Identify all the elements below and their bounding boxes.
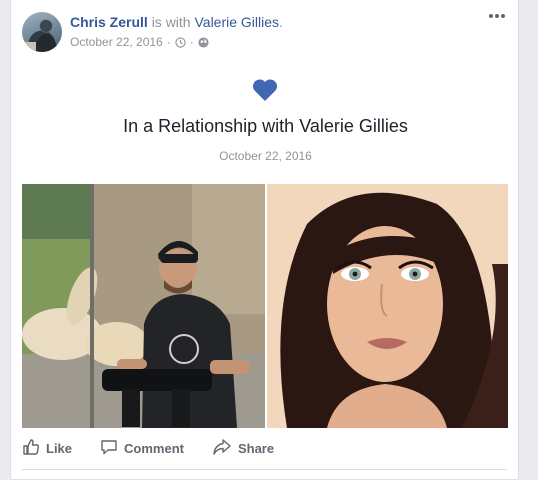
life-event-title[interactable]: In a Relationship with Valerie Gillies [11, 116, 520, 137]
comment-bubble-icon [100, 438, 118, 459]
comment-label: Comment [124, 440, 184, 456]
share-arrow-icon [212, 438, 232, 459]
avatar[interactable] [22, 12, 62, 52]
post-card: Chris Zerull is with Valerie Gillies. Oc… [10, 0, 519, 480]
clock-icon [175, 36, 186, 48]
meta-separator-2: · [189, 35, 194, 49]
meta-separator: · [166, 35, 171, 49]
globe-icon[interactable] [198, 36, 209, 48]
share-label: Share [237, 440, 275, 456]
life-event-date: October 22, 2016 [219, 149, 312, 163]
photo-chris[interactable] [22, 184, 265, 428]
like-label: Like [46, 440, 73, 456]
share-button[interactable]: Share [212, 438, 274, 459]
actions-divider [22, 469, 507, 470]
post-header: Chris Zerull is with Valerie Gillies. [70, 14, 283, 30]
photo-valerie[interactable] [267, 184, 508, 428]
more-options-icon[interactable] [486, 8, 508, 24]
avatar-photo [22, 20, 58, 52]
post-date[interactable]: October 22, 2016 [70, 35, 163, 49]
like-button[interactable]: Like [22, 438, 72, 459]
author-name[interactable]: Chris Zerull [70, 14, 148, 30]
tagged-person[interactable]: Valerie Gillies [194, 14, 279, 30]
post-meta: October 22, 2016 · · [70, 35, 209, 49]
with-text: is with [151, 14, 191, 30]
post-actions: Like Comment Share [22, 436, 302, 460]
header-period: . [279, 14, 283, 30]
like-thumb-icon [22, 438, 40, 459]
heart-icon [252, 78, 278, 107]
comment-button[interactable]: Comment [100, 438, 184, 459]
